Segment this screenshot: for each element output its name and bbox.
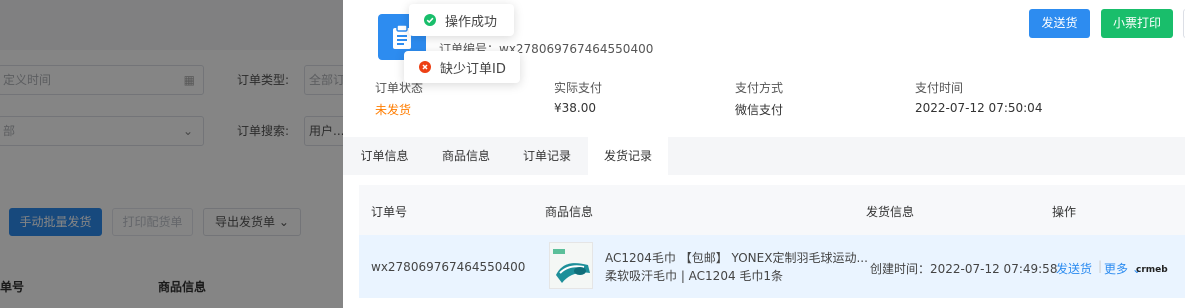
summary-payment-time: 支付时间 2022-07-12 07:50:04 xyxy=(915,79,1042,115)
col-ship-info: 发货信息 xyxy=(866,205,915,219)
action-divider: | xyxy=(1098,259,1103,273)
product-thumbnail xyxy=(549,242,593,289)
summary-order-status: 订单状态 未发货 xyxy=(375,79,423,118)
row-more-label: 更多 xyxy=(1104,262,1129,276)
summary-actual-payment: 实际支付 ¥38.00 xyxy=(554,79,602,115)
tab-order-info[interactable]: 订单信息 xyxy=(348,137,421,175)
table-header: 订单号 商品信息 发货信息 操作 xyxy=(359,185,1185,235)
error-toast: 缺少订单ID xyxy=(404,51,520,83)
shipping-records-table: 订单号 商品信息 发货信息 操作 wx278069767464550400 AC… xyxy=(359,185,1185,298)
product-spec: 柔软吸汗毛巾 | AC1204 毛巾1条 xyxy=(605,269,784,283)
payment-time-value: 2022-07-12 07:50:04 xyxy=(915,101,1043,115)
ship-button[interactable]: 发送货 xyxy=(1029,9,1090,38)
summary-label: 支付时间 xyxy=(915,81,964,95)
row-order-no: wx278069767464550400 xyxy=(371,260,526,274)
print-ticket-button[interactable]: 小票打印 xyxy=(1101,9,1173,38)
product-title: AC1204毛巾 【包邮】 YONEX定制羽毛球运动... xyxy=(605,251,868,265)
modal-overlay[interactable] xyxy=(0,0,343,308)
ship-create-time: 创建时间：2022-07-12 07:49:58 xyxy=(870,262,1058,276)
success-toast: 操作成功 xyxy=(409,4,514,36)
summary-label: 实际支付 xyxy=(554,81,603,95)
col-actions: 操作 xyxy=(1052,205,1077,219)
row-ship-link[interactable]: 发送货 xyxy=(1056,260,1092,277)
error-toast-text: 缺少订单ID xyxy=(440,61,506,77)
tab-order-records[interactable]: 订单记录 xyxy=(511,137,583,175)
summary-payment-method: 支付方式 微信支付 xyxy=(735,79,783,118)
order-detail-drawer: 订单编号：wx278069767464550400 发送货 小票打印 订单状态 … xyxy=(343,0,1185,308)
success-toast-text: 操作成功 xyxy=(445,14,498,30)
tab-product-info[interactable]: 商品信息 xyxy=(430,137,502,175)
check-circle-icon xyxy=(424,14,436,26)
summary-label: 支付方式 xyxy=(735,81,784,95)
col-order-no: 订单号 xyxy=(371,205,408,219)
col-product-info: 商品信息 xyxy=(545,205,594,219)
order-status-value: 未发货 xyxy=(375,103,412,117)
crmeb-watermark: crmeb xyxy=(1136,265,1168,275)
payment-method-value: 微信支付 xyxy=(735,103,784,117)
table-row: wx278069767464550400 AC1204毛巾 【包邮】 YONEX… xyxy=(359,235,1185,298)
tab-shipping-records[interactable]: 发货记录 xyxy=(588,137,668,175)
detail-tabs: 订单信息 商品信息 订单记录 发货记录 xyxy=(343,137,1185,175)
actual-payment-value: ¥38.00 xyxy=(554,101,596,115)
close-circle-icon xyxy=(419,61,431,73)
